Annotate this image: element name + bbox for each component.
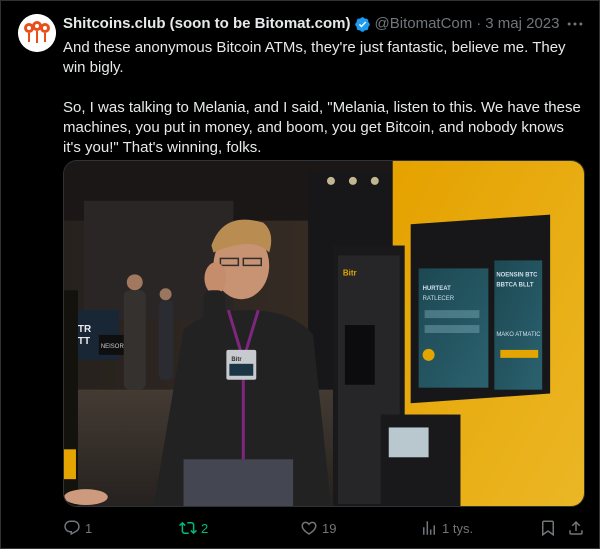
- tweet-header: Shitcoins.club (soon to be Bitomat.com) …: [63, 14, 585, 34]
- views-count: 1 tys.: [442, 520, 474, 536]
- tweet-paragraph: So, I was talking to Melania, and I said…: [63, 99, 581, 156]
- tweet-paragraph: And these anonymous Bitcoin ATMs, they'r…: [63, 39, 566, 76]
- reply-icon: [64, 520, 80, 536]
- verified-badge-icon[interactable]: [354, 16, 371, 33]
- retweet-count: 2: [201, 520, 209, 536]
- separator: ·: [476, 15, 482, 32]
- display-name[interactable]: Shitcoins.club (soon to be Bitomat.com): [63, 14, 351, 34]
- action-bar: 1 2 19 1 tys.: [63, 517, 587, 539]
- views-icon: [423, 521, 435, 535]
- retweet-button[interactable]: 2: [179, 519, 208, 537]
- handle[interactable]: @BitomatCom: [375, 14, 473, 34]
- bookmark-button[interactable]: [539, 519, 557, 537]
- like-count: 19: [322, 520, 337, 536]
- tweet-text: And these anonymous Bitcoin ATMs, they'r…: [63, 38, 585, 158]
- tweet-image[interactable]: TR TT NEISOR Bitr HURTEAT RATLECER NOENS…: [63, 160, 585, 507]
- share-button[interactable]: [567, 519, 585, 537]
- share-icon: [569, 520, 583, 535]
- avatar-logo-icon: [18, 14, 56, 52]
- views-button[interactable]: 1 tys.: [420, 519, 473, 537]
- retweet-icon: [179, 521, 197, 535]
- tweet-card[interactable]: Shitcoins.club (soon to be Bitomat.com) …: [0, 0, 600, 549]
- like-icon: [301, 521, 317, 535]
- bookmark-icon: [542, 520, 554, 537]
- like-button[interactable]: 19: [300, 519, 336, 537]
- reply-button[interactable]: 1: [63, 519, 92, 537]
- tweet-date[interactable]: 3 maj 2023: [485, 14, 559, 34]
- reply-count: 1: [85, 520, 93, 536]
- avatar[interactable]: [18, 14, 56, 52]
- more-icon[interactable]: [565, 14, 585, 34]
